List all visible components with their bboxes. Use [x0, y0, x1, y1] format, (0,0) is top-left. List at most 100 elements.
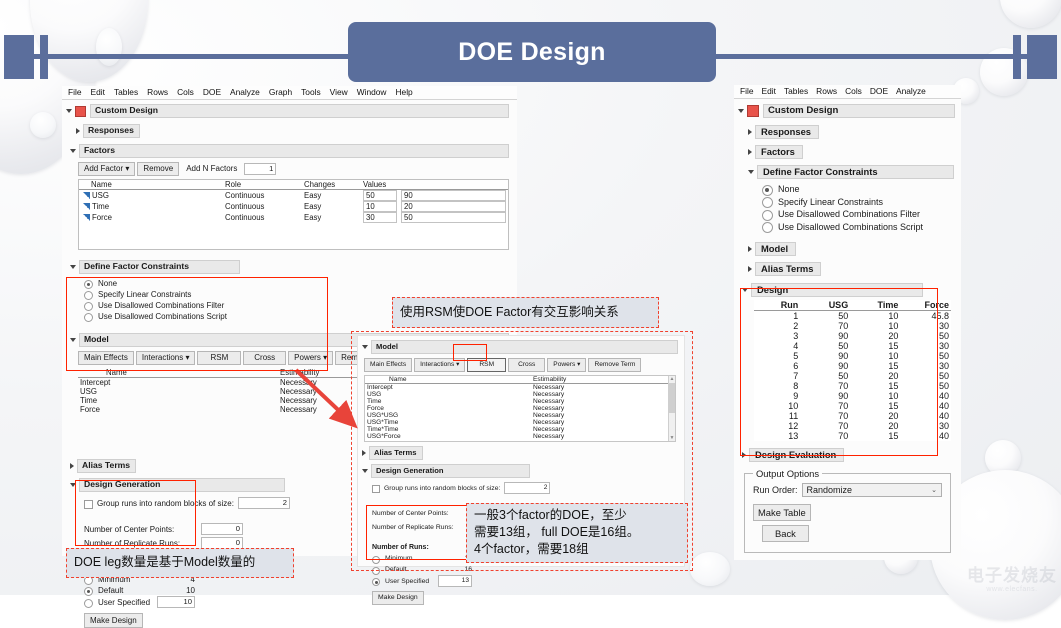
runs-option-user-specified[interactable]: User Specified 10	[84, 596, 196, 608]
remove-term-button[interactable]: Remove Term	[588, 358, 642, 372]
outline-alias-terms-mid[interactable]: Alias Terms	[362, 445, 684, 461]
rsm-button[interactable]: RSM	[467, 358, 507, 372]
constraint-option[interactable]: Specify Linear Constraints	[762, 196, 961, 209]
menu-item[interactable]: Cols	[177, 87, 194, 97]
runs-option-user-specified[interactable]: User Specified 13	[372, 575, 474, 587]
group-runs-input[interactable]: 2	[504, 482, 551, 494]
group-runs-input[interactable]: 2	[237, 497, 290, 509]
menu-item[interactable]: Analyze	[896, 86, 926, 96]
disclosure-triangle-icon[interactable]	[742, 288, 748, 292]
radio-icon[interactable]	[84, 302, 93, 311]
runs-option-minimum[interactable]: Minimum 10	[372, 553, 474, 564]
rsm-button[interactable]: RSM	[197, 351, 242, 365]
menu-item[interactable]: Rows	[147, 87, 168, 97]
outline-design-right[interactable]: Design	[742, 282, 961, 298]
outline-factors-right[interactable]: Factors	[748, 144, 961, 160]
table-row[interactable]: 4 50 15 30	[754, 341, 951, 351]
cross-button[interactable]: Cross	[243, 351, 287, 365]
radio-icon[interactable]	[762, 184, 773, 196]
table-row[interactable]: USG*Force Necessary	[365, 433, 668, 440]
disclosure-triangle-icon[interactable]	[748, 129, 752, 135]
disclosure-triangle-icon[interactable]	[362, 345, 368, 349]
run-order-select[interactable]: Randomize ⌄	[801, 483, 942, 497]
outline-define-factor-constraints-right[interactable]: Define Factor Constraints	[748, 164, 961, 180]
disclosure-triangle-icon[interactable]	[748, 266, 752, 272]
table-row[interactable]: Time*Time Necessary	[365, 426, 668, 433]
red-dropdown-icon[interactable]	[75, 105, 86, 117]
disclosure-triangle-icon[interactable]	[748, 246, 752, 252]
disclosure-triangle-icon[interactable]	[738, 109, 744, 113]
menu-item[interactable]: Graph	[269, 87, 292, 97]
table-row[interactable]: Force Necessary	[365, 405, 668, 412]
center-points-input[interactable]: 0	[201, 523, 243, 535]
user-specified-runs-input[interactable]: 10	[157, 596, 195, 608]
make-design-button[interactable]: Make Design	[84, 613, 143, 628]
scroll-thumb[interactable]	[669, 383, 675, 413]
radio-icon[interactable]	[84, 313, 93, 322]
table-row[interactable]: 2 70 10 30	[754, 321, 951, 331]
model-table-scrollbar[interactable]: ▲ ▼	[668, 376, 675, 441]
table-row[interactable]: USG Necessary	[365, 391, 668, 398]
outline-custom-design-right[interactable]: Custom Design	[738, 103, 961, 119]
table-row[interactable]: USG*USG Necessary	[365, 412, 668, 419]
outline-factors[interactable]: Factors	[70, 143, 517, 159]
disclosure-triangle-icon[interactable]	[742, 452, 746, 458]
menu-item[interactable]: Tables	[784, 86, 808, 96]
table-row[interactable]: 9 90 10 40	[754, 391, 951, 401]
outline-custom-design[interactable]: Custom Design	[66, 103, 517, 119]
table-row[interactable]: Time Continuous Easy 10 20	[79, 201, 508, 212]
table-row[interactable]: 10 70 15 40	[754, 401, 951, 411]
disclosure-triangle-icon[interactable]	[66, 109, 72, 113]
group-runs-checkbox[interactable]	[372, 485, 380, 493]
interactions-button[interactable]: Interactions ▾	[135, 351, 196, 365]
disclosure-triangle-icon[interactable]	[748, 170, 754, 174]
disclosure-triangle-icon[interactable]	[362, 469, 368, 473]
user-specified-runs-input[interactable]: 13	[438, 575, 472, 587]
constraint-option[interactable]: None	[762, 183, 961, 196]
menu-item[interactable]: Cols	[845, 86, 862, 96]
table-row[interactable]: USG Continuous Easy 50 90	[79, 190, 508, 201]
add-factor-button[interactable]: Add Factor ▾	[78, 162, 136, 176]
menu-item[interactable]: Analyze	[230, 87, 260, 97]
radio-icon[interactable]	[84, 598, 93, 608]
outline-responses-right[interactable]: Responses	[748, 124, 961, 140]
menu-item[interactable]: Edit	[762, 86, 776, 96]
menu-item[interactable]: DOE	[203, 87, 221, 97]
menu-bar-right[interactable]: File Edit Tables Rows Cols DOE Analyze	[734, 85, 961, 99]
outline-define-factor-constraints[interactable]: Define Factor Constraints	[70, 259, 517, 275]
disclosure-triangle-icon[interactable]	[362, 450, 366, 456]
table-row[interactable]: 7 50 20 50	[754, 371, 951, 381]
red-dropdown-icon[interactable]	[747, 105, 759, 117]
factor-high-value[interactable]: 20	[401, 201, 506, 212]
disclosure-triangle-icon[interactable]	[76, 128, 80, 134]
radio-icon[interactable]	[762, 197, 773, 209]
disclosure-triangle-icon[interactable]	[70, 149, 76, 153]
radio-icon[interactable]	[84, 291, 93, 300]
powers-button[interactable]: Powers ▾	[288, 351, 334, 365]
disclosure-triangle-icon[interactable]	[70, 338, 76, 342]
disclosure-triangle-icon[interactable]	[748, 149, 752, 155]
table-row[interactable]: 1 50 10 45.8	[754, 311, 951, 321]
runs-option-default[interactable]: Default 10	[84, 585, 196, 596]
table-row[interactable]: 3 90 20 50	[754, 331, 951, 341]
menu-item[interactable]: View	[330, 87, 348, 97]
factor-low-value[interactable]: 50	[363, 190, 397, 201]
menu-item[interactable]: Edit	[91, 87, 105, 97]
chevron-down-icon[interactable]: ⌄	[931, 486, 937, 494]
menu-item[interactable]: Window	[357, 87, 387, 97]
factor-low-value[interactable]: 10	[363, 201, 397, 212]
table-row[interactable]: 5 90 10 50	[754, 351, 951, 361]
menu-item[interactable]: Tools	[301, 87, 321, 97]
powers-button[interactable]: Powers ▾	[547, 358, 587, 372]
main-effects-button[interactable]: Main Effects	[364, 358, 413, 372]
menu-bar-left[interactable]: File Edit Tables Rows Cols DOE Analyze G…	[62, 86, 517, 100]
table-row[interactable]: Intercept Necessary	[365, 384, 668, 391]
outline-alias-terms-right[interactable]: Alias Terms	[748, 261, 961, 277]
scroll-up-icon[interactable]: ▲	[669, 376, 675, 382]
constraint-option[interactable]: None	[84, 278, 517, 289]
table-row[interactable]: Time Necessary	[365, 398, 668, 405]
scroll-down-icon[interactable]: ▼	[669, 435, 675, 441]
main-effects-button[interactable]: Main Effects	[78, 351, 134, 365]
radio-icon[interactable]	[372, 566, 380, 575]
constraints-radio-group-right[interactable]: None Specify Linear Constraints Use Disa…	[762, 183, 961, 234]
